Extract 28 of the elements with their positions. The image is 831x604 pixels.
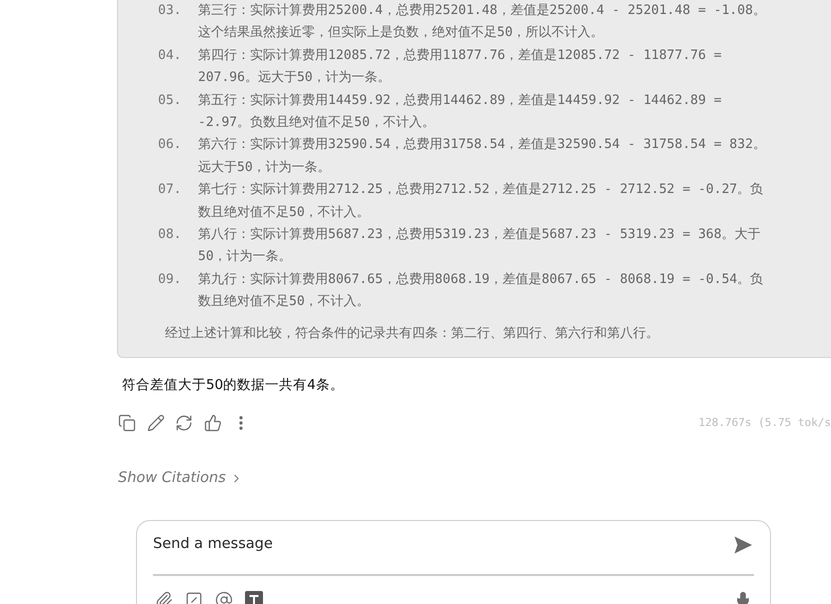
show-citations-link[interactable]: Show Citations <box>118 468 226 488</box>
message-input[interactable]: Send a message <box>153 534 733 556</box>
at-sign-icon[interactable] <box>215 591 233 604</box>
list-number: 07. <box>158 181 182 200</box>
microphone-icon[interactable] <box>734 591 752 604</box>
paperclip-icon[interactable] <box>155 591 173 604</box>
list-item-text: 第六行：实际计算费用32590.54，总费用31758.54，差值是32590.54 - 31758.54 = 832。远大于50，计为一条。 <box>198 136 767 177</box>
text-format-icon[interactable] <box>245 591 263 604</box>
list-item-text: 第八行：实际计算费用5687.23，总费用5319.23，差值是5687.23 - 5319.23 = 368。大于50，计为一条。 <box>198 226 762 266</box>
list-item-text: 第三行：实际计算费用25200.4，总费用25201.48，差值是25200.4 - 25201.48 = -1.08。这个结果虽然接近零，但实际上是负数，绝对值不足50，所以不计入。 <box>198 2 767 42</box>
list-number: 08. <box>158 226 182 244</box>
list-number: 04. <box>158 46 182 65</box>
copy-icon[interactable] <box>118 414 136 432</box>
generation-time-text: 128.767s (5.75 tok/s <box>698 414 831 431</box>
send-icon[interactable] <box>733 535 753 556</box>
pencil-icon[interactable] <box>146 414 164 432</box>
list-number: 05. <box>158 92 182 110</box>
list-number: 09. <box>158 270 182 289</box>
list-number: 06. <box>158 136 182 154</box>
list-item-text: 第九行：实际计算费用8067.65，总费用8068.19，差值是8067.65 - 8068.19 = -0.54。负数且绝对值不足50，不计入。 <box>198 270 764 312</box>
list-item-text: 第七行：实际计算费用2712.25，总费用2712.52，差值是2712.25 - 2712.52 = -0.27。负数且绝对值不足50，不计入。 <box>198 181 764 222</box>
summary-text: 经过上述计算和比较，符合条件的记录共有四条：第二行、第四行、第六行和第八行。 <box>165 326 659 341</box>
answer-text: 符合差值大于50的数据一共有4条。 <box>122 377 344 394</box>
list-number: 03. <box>158 2 182 20</box>
list-item-text: 第四行：实际计算费用12085.72，总费用11877.76，差值是12085.72 - 11877.76 = 207.96。远大于50，计为一条。 <box>198 46 723 88</box>
thumbs-up-icon[interactable] <box>204 414 222 432</box>
list-item-text: 第五行：实际计算费用14459.92，总费用14462.89，差值是14459.92 - 14462.89 = -2.97。负数且绝对值不足50，不计入。 <box>198 92 723 132</box>
refresh-icon[interactable] <box>175 414 193 432</box>
